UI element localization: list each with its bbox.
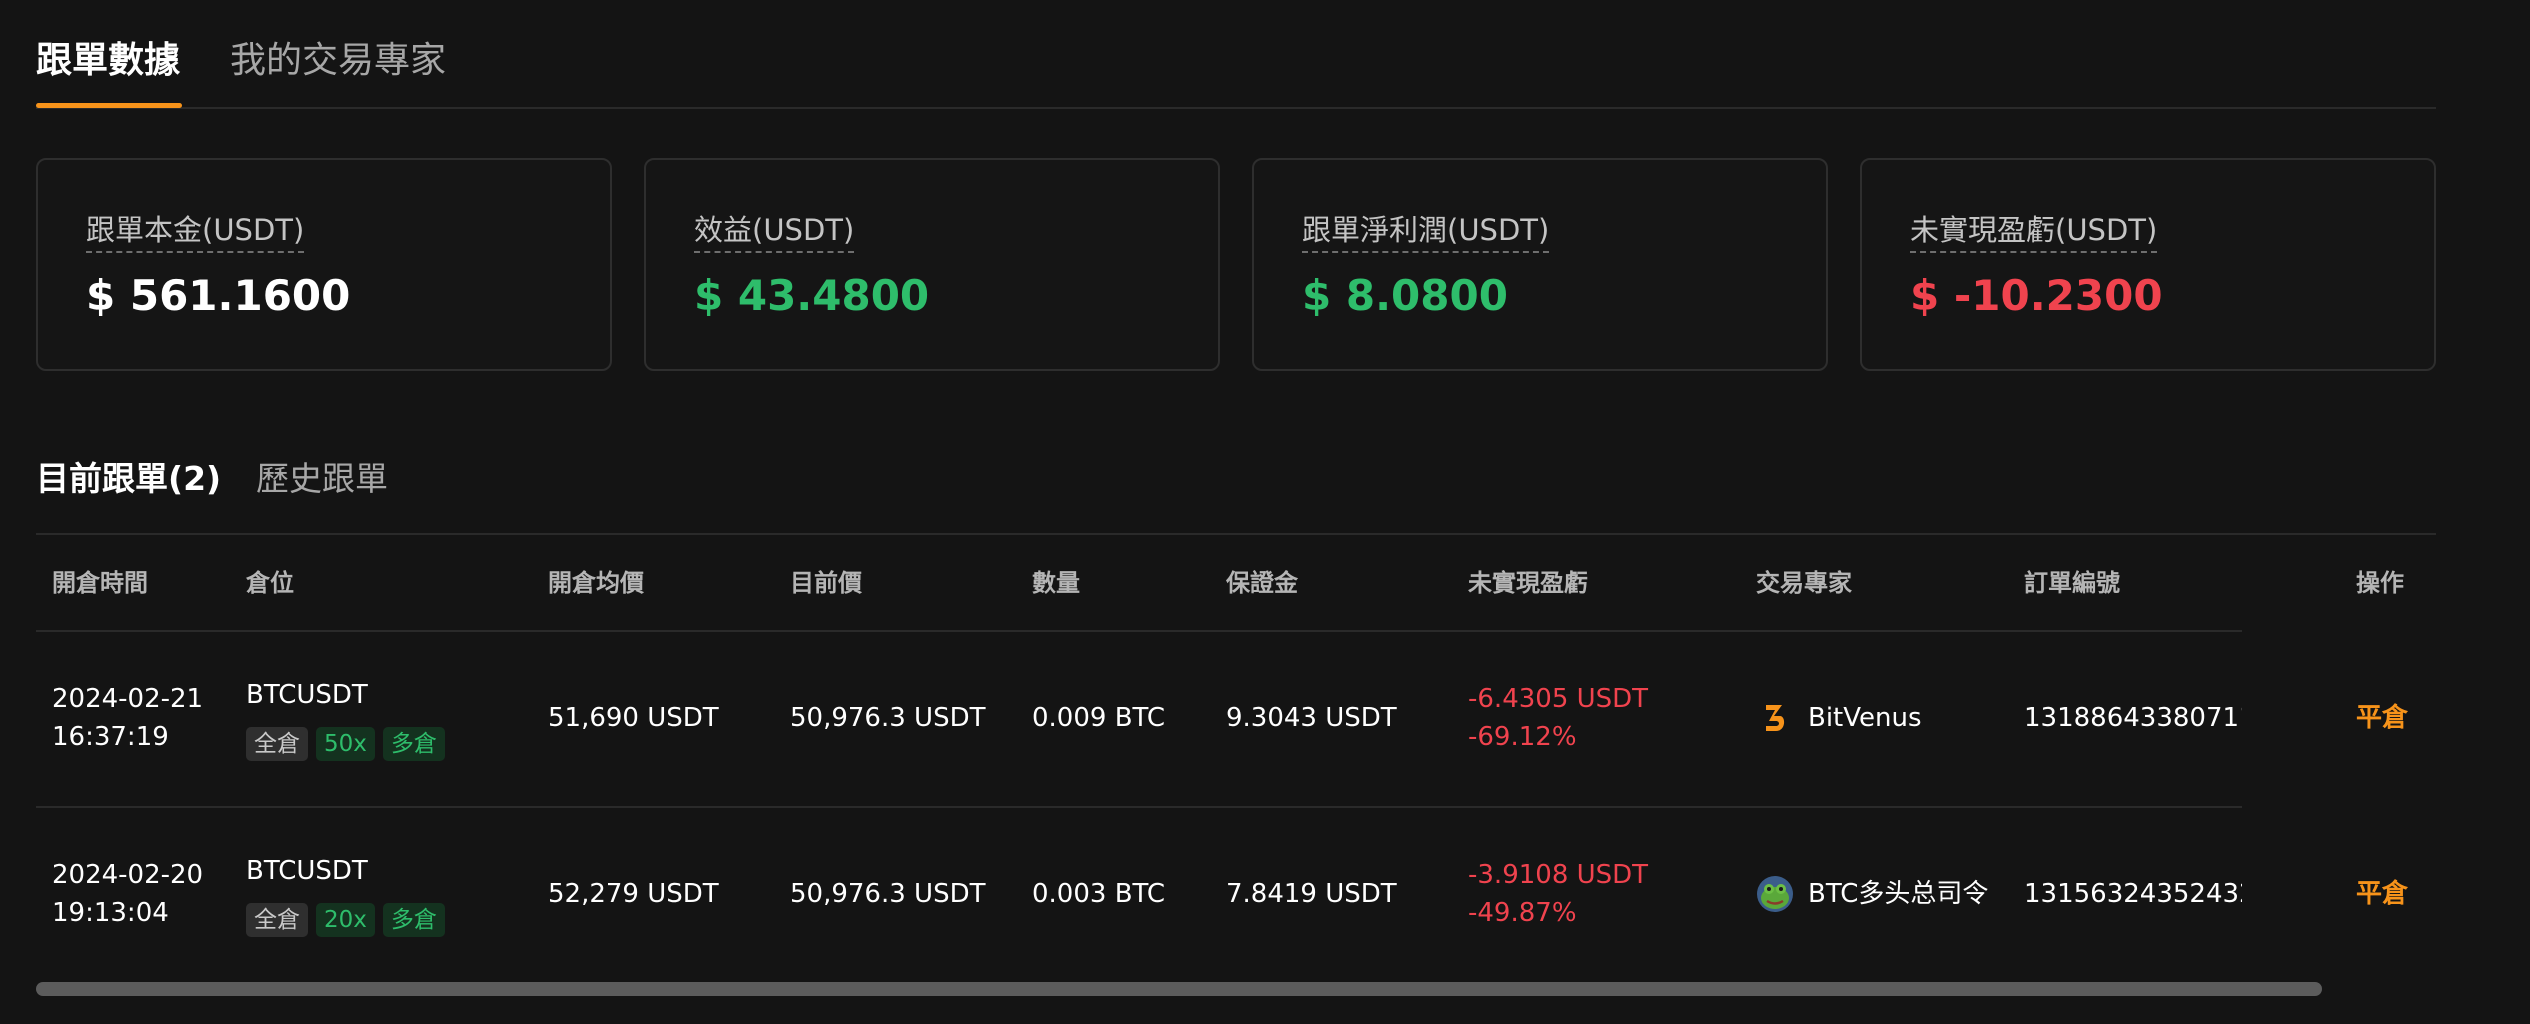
stat-value-principal: $ 561.1600: [86, 271, 351, 320]
row-tags: 全倉 50x 多倉: [246, 724, 453, 762]
row-avg-price: 52,279 USDT: [548, 879, 719, 909]
stat-card-earnings: 效益(USDT) $ 43.4800: [644, 158, 1220, 371]
horizontal-scrollbar[interactable]: [36, 982, 2436, 998]
row-order-id-clip: 131563243524329: [2024, 875, 2242, 915]
copy-trading-page: 跟單數據 我的交易專家 跟單本金(USDT) $ 561.1600 效益(USD…: [0, 0, 2530, 1024]
header-position: 倉位: [246, 569, 294, 597]
row-margin: 9.3043 USDT: [1226, 703, 1397, 733]
stat-card-unrealized-pnl: 未實現盈虧(USDT) $ -10.2300: [1860, 158, 2436, 371]
frog-avatar-icon: [1756, 875, 1794, 913]
close-position-button[interactable]: 平倉: [2356, 699, 2408, 737]
header-quantity: 數量: [1032, 569, 1080, 597]
header-open-time: 開倉時間: [52, 569, 148, 597]
stat-label-earnings[interactable]: 效益(USDT): [694, 210, 855, 253]
row-pnl-percent: -69.12%: [1468, 722, 1577, 752]
row-order-id-clip: 131886433807110: [2024, 699, 2242, 739]
trader-name: BitVenus: [1808, 703, 1922, 733]
stat-label-principal[interactable]: 跟單本金(USDT): [86, 210, 305, 253]
row-tags: 全倉 20x 多倉: [246, 900, 453, 938]
stat-value-earnings: $ 43.4800: [694, 271, 930, 320]
row-margin: 7.8419 USDT: [1226, 879, 1397, 909]
row-quantity: 0.009 BTC: [1032, 703, 1166, 733]
row-trader[interactable]: BTC多头总司令: [1756, 875, 1988, 913]
row-time: 19:13:04: [52, 898, 169, 928]
stat-value-unrealized-pnl: $ -10.2300: [1910, 271, 2163, 320]
row-avg-price: 51,690 USDT: [548, 703, 719, 733]
active-tab-indicator: [36, 103, 182, 108]
row-trader[interactable]: BitVenus: [1756, 699, 1922, 737]
row-order-id: 131563243524329: [2024, 879, 2242, 909]
row-date: 2024-02-20: [52, 860, 204, 890]
tag-side: 多倉: [382, 903, 445, 937]
row-symbol: BTCUSDT: [246, 856, 368, 886]
bitvenus-logo-icon: [1756, 699, 1794, 737]
row-time: 16:37:19: [52, 722, 169, 752]
tag-leverage: 20x: [316, 903, 375, 937]
trader-name: BTC多头总司令: [1808, 879, 1989, 909]
row-pnl-percent: -49.87%: [1468, 898, 1577, 928]
header-action: 操作: [2356, 569, 2404, 597]
row-divider: [36, 630, 2242, 632]
header-margin: 保證金: [1226, 569, 1298, 597]
stat-label-unrealized-pnl[interactable]: 未實現盈虧(USDT): [1910, 210, 2158, 253]
stat-card-net-profit: 跟單淨利潤(USDT) $ 8.0800: [1252, 158, 1828, 371]
close-position-button[interactable]: 平倉: [2356, 875, 2408, 913]
header-current-price: 目前價: [790, 569, 862, 597]
row-current-price: 50,976.3 USDT: [790, 703, 986, 733]
header-trader: 交易專家: [1756, 569, 1852, 597]
row-current-price: 50,976.3 USDT: [790, 879, 986, 909]
tag-margin-mode: 全倉: [246, 903, 308, 937]
stat-value-net-profit: $ 8.0800: [1302, 271, 1508, 320]
table-divider: [36, 533, 2436, 535]
tab-history-orders[interactable]: 歷史跟單: [256, 456, 388, 502]
header-avg-price: 開倉均價: [548, 569, 644, 597]
tag-leverage: 50x: [316, 727, 375, 761]
row-order-id: 131886433807110: [2024, 703, 2242, 733]
header-unrealized-pnl: 未實現盈虧: [1468, 569, 1588, 597]
row-symbol: BTCUSDT: [246, 680, 368, 710]
tag-margin-mode: 全倉: [246, 727, 308, 761]
row-date: 2024-02-21: [52, 684, 204, 714]
row-pnl: -6.4305 USDT: [1468, 684, 1649, 714]
tab-copy-data[interactable]: 跟單數據: [36, 36, 180, 86]
header-order-id: 訂單編號: [2024, 569, 2120, 597]
row-quantity: 0.003 BTC: [1032, 879, 1166, 909]
stat-label-net-profit[interactable]: 跟單淨利潤(USDT): [1302, 210, 1550, 253]
scrollbar-thumb[interactable]: [36, 982, 2322, 996]
tab-current-orders[interactable]: 目前跟單(2): [36, 456, 221, 502]
tag-side: 多倉: [382, 727, 445, 761]
tab-my-traders[interactable]: 我的交易專家: [230, 36, 446, 86]
row-divider: [36, 806, 2242, 808]
stat-card-principal: 跟單本金(USDT) $ 561.1600: [36, 158, 612, 371]
top-tab-bar: 跟單數據 我的交易專家: [36, 0, 2436, 109]
row-pnl: -3.9108 USDT: [1468, 860, 1649, 890]
